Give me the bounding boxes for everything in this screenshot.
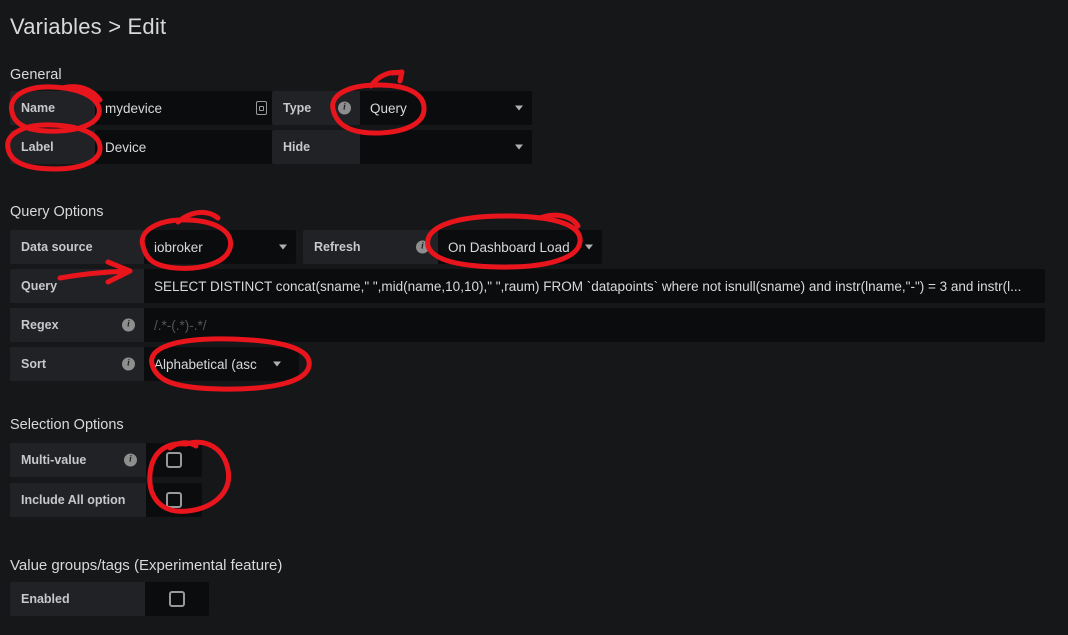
- include-all-checkbox[interactable]: [146, 483, 202, 517]
- info-icon[interactable]: i: [124, 453, 137, 467]
- info-icon[interactable]: i: [338, 101, 351, 115]
- form-row-regex: Regex i /.*-(.*)-.*/: [10, 308, 1045, 342]
- chevron-down-icon: [515, 105, 523, 111]
- label-input[interactable]: Device: [95, 130, 275, 164]
- query-input[interactable]: SELECT DISTINCT concat(sname," ",mid(nam…: [144, 269, 1045, 303]
- data-source-value: iobroker: [154, 239, 203, 255]
- query-input-value: SELECT DISTINCT concat(sname," ",mid(nam…: [154, 278, 1022, 294]
- query-label: Query: [10, 269, 144, 303]
- refresh-label: Refresh i: [303, 230, 438, 264]
- form-row-query: Query SELECT DISTINCT concat(sname," ",m…: [10, 269, 1045, 303]
- name-input-value: mydevice: [105, 100, 163, 116]
- form-row-multi-value: Multi-value i: [10, 443, 202, 477]
- type-select-value: Query: [370, 100, 407, 116]
- chevron-down-icon: [585, 244, 593, 250]
- regex-placeholder: /.*-(.*)-.*/: [154, 317, 207, 333]
- sort-value: Alphabetical (asc: [154, 356, 257, 372]
- form-row-enabled: Enabled: [10, 582, 209, 616]
- enabled-label: Enabled: [10, 582, 145, 616]
- multi-value-label: Multi-value i: [10, 443, 146, 477]
- form-row-data-source: Data source iobroker: [10, 230, 296, 264]
- form-row-sort: Sort i Alphabetical (asc: [10, 347, 299, 381]
- info-icon[interactable]: i: [122, 357, 135, 371]
- data-source-select[interactable]: iobroker: [144, 230, 296, 264]
- regex-label: Regex i: [10, 308, 144, 342]
- chevron-down-icon: [279, 244, 287, 250]
- checkbox-box-icon: [166, 492, 182, 508]
- hide-select[interactable]: [360, 130, 532, 164]
- section-heading-selection-options: Selection Options: [10, 417, 124, 433]
- type-label-text: Type: [283, 101, 312, 115]
- form-row-type: Type i Query: [272, 91, 532, 125]
- form-row-refresh: Refresh i On Dashboard Load: [303, 230, 602, 264]
- refresh-label-text: Refresh: [314, 240, 361, 254]
- chevron-down-icon: [273, 361, 281, 367]
- text-input-badge-icon: [256, 101, 267, 115]
- data-source-label: Data source: [10, 230, 144, 264]
- name-input[interactable]: mydevice: [95, 91, 275, 125]
- multi-value-label-text: Multi-value: [21, 453, 87, 467]
- section-heading-general: General: [10, 67, 62, 83]
- sort-select[interactable]: Alphabetical (asc: [144, 347, 299, 381]
- sort-label-text: Sort: [21, 357, 46, 371]
- checkbox-box-icon: [169, 591, 185, 607]
- label-label: Label: [10, 130, 95, 164]
- type-select[interactable]: Query: [360, 91, 532, 125]
- form-row-name: Name mydevice: [10, 91, 275, 125]
- page-title: Variables > Edit: [10, 14, 167, 39]
- name-label: Name: [10, 91, 95, 125]
- multi-value-checkbox[interactable]: [146, 443, 202, 477]
- annotation-tail-datasource: [175, 210, 221, 225]
- form-row-include-all: Include All option: [10, 483, 202, 517]
- annotation-arrow-query-type: [368, 70, 403, 89]
- checkbox-box-icon: [166, 452, 182, 468]
- hide-label: Hide: [272, 130, 360, 164]
- annotation-tail-refresh: [537, 212, 581, 229]
- sort-label: Sort i: [10, 347, 144, 381]
- include-all-label: Include All option: [10, 483, 146, 517]
- chevron-down-icon: [515, 144, 523, 150]
- type-label: Type i: [272, 91, 360, 125]
- enabled-checkbox[interactable]: [145, 582, 209, 616]
- annotation-arrowhead-query-type: [390, 69, 405, 84]
- info-icon[interactable]: i: [122, 318, 135, 332]
- regex-label-text: Regex: [21, 318, 59, 332]
- refresh-select[interactable]: On Dashboard Load: [438, 230, 602, 264]
- form-row-label: Label Device: [10, 130, 275, 164]
- label-input-value: Device: [105, 139, 147, 155]
- regex-input[interactable]: /.*-(.*)-.*/: [144, 308, 1045, 342]
- section-heading-query-options: Query Options: [10, 204, 104, 220]
- form-row-hide: Hide: [272, 130, 532, 164]
- section-heading-value-groups: Value groups/tags (Experimental feature): [10, 557, 283, 574]
- info-icon[interactable]: i: [416, 240, 429, 254]
- refresh-value: On Dashboard Load: [448, 239, 570, 255]
